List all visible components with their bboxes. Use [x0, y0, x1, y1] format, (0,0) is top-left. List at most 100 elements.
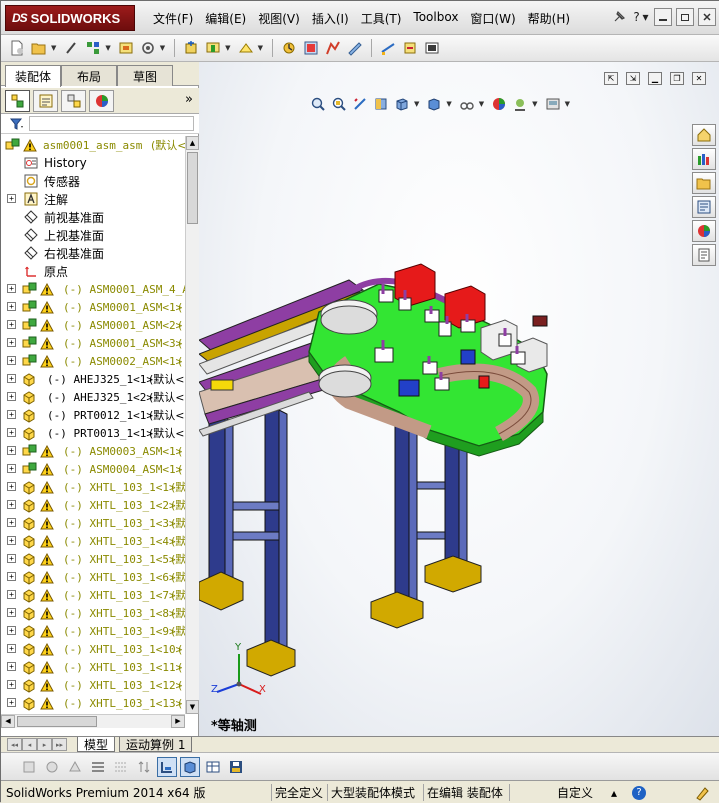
- tree-component-row[interactable]: + (-) ASM0003_ASM<1>(: [1, 442, 185, 460]
- graphics-area[interactable]: ▼ ▼ ▼ ▼ ▼ ⇱ ⇲ ▁ ❐ ✕ Y Z X *等轴测: [199, 62, 719, 736]
- status-help-icon[interactable]: ?: [629, 784, 649, 801]
- expand-toggle-icon[interactable]: +: [7, 194, 16, 203]
- sketch-icon[interactable]: [378, 38, 398, 58]
- table-view-icon[interactable]: [203, 757, 223, 777]
- grid-view-icon[interactable]: [111, 757, 131, 777]
- expand-toggle-icon[interactable]: +: [7, 356, 16, 365]
- menu-file[interactable]: 文件(F): [147, 7, 199, 29]
- tree-component-row[interactable]: + (-) ASM0002_ASM<1>(: [1, 352, 185, 370]
- features-dropdown-icon[interactable]: ▼: [225, 44, 230, 52]
- tree-root-assembly[interactable]: asm0001_asm_asm (默认<: [1, 136, 185, 154]
- hide-components-icon[interactable]: [42, 757, 62, 777]
- tree-component-row[interactable]: + (-) XHTL_103_1<6> (默: [1, 568, 185, 586]
- exploded-line-icon[interactable]: [400, 38, 420, 58]
- expand-toggle-icon[interactable]: +: [7, 626, 16, 635]
- scroll-up-arrow-icon[interactable]: ▲: [186, 136, 199, 150]
- insert-component-icon[interactable]: [116, 38, 136, 58]
- tab-assembly[interactable]: 装配体: [5, 65, 61, 87]
- expand-toggle-icon[interactable]: +: [7, 446, 16, 455]
- expand-toggle-icon[interactable]: +: [7, 662, 16, 671]
- expand-toggle-icon[interactable]: +: [7, 500, 16, 509]
- tree-filter-input[interactable]: [29, 116, 194, 131]
- featuremanager-tree-icon[interactable]: [5, 89, 30, 112]
- scroll-left-arrow-icon[interactable]: ◀: [1, 715, 15, 728]
- status-large-assembly-mode[interactable]: 大型装配体模式: [327, 784, 418, 801]
- mate-icon[interactable]: [83, 38, 103, 58]
- tree-component-row[interactable]: + (-) XHTL_103_1<7> (默: [1, 586, 185, 604]
- tab-sketch[interactable]: 草图: [117, 65, 173, 86]
- tab-motion-study[interactable]: 运动算例 1: [119, 737, 193, 752]
- tree-node[interactable]: 右视基准面: [1, 244, 185, 262]
- expand-toggle-icon[interactable]: +: [7, 698, 16, 707]
- minimize-button[interactable]: [654, 8, 672, 26]
- tab-layout[interactable]: 布局: [61, 65, 117, 86]
- tree-component-row[interactable]: + (-) ASM0001_ASM<1>(: [1, 298, 185, 316]
- featuremanager-more-icon[interactable]: »: [185, 92, 193, 107]
- transparency-icon[interactable]: [65, 757, 85, 777]
- expand-toggle-icon[interactable]: +: [7, 482, 16, 491]
- tree-component-row[interactable]: + (-) XHTL_103_1<5> (默: [1, 550, 185, 568]
- tree-component-row[interactable]: + (-) XHTL_103_1<9> (默: [1, 622, 185, 640]
- fastener-dropdown-icon[interactable]: ▼: [160, 44, 165, 52]
- expand-toggle-icon[interactable]: +: [7, 464, 16, 473]
- filter-icon[interactable]: [9, 116, 25, 132]
- tab-model[interactable]: 模型: [77, 737, 116, 752]
- menu-window[interactable]: 窗口(W): [464, 7, 521, 29]
- next-tab-arrow-icon[interactable]: ▸: [37, 738, 52, 751]
- tree-component-row[interactable]: + (-) AHEJ325_1<1> (默认<: [1, 370, 185, 388]
- tree-component-row[interactable]: + (-) XHTL_103_1<13>(: [1, 694, 185, 712]
- expand-toggle-icon[interactable]: +: [7, 554, 16, 563]
- move-component-icon[interactable]: [181, 38, 201, 58]
- expand-toggle-icon[interactable]: +: [7, 680, 16, 689]
- menu-edit[interactable]: 编辑(E): [199, 7, 252, 29]
- close-button[interactable]: [698, 8, 716, 26]
- scroll-down-arrow-icon[interactable]: ▼: [186, 700, 199, 714]
- scroll-right-arrow-icon[interactable]: ▶: [171, 715, 185, 728]
- tree-component-row[interactable]: + (-) PRT0012_1<1> (默认<: [1, 406, 185, 424]
- explode-view-icon[interactable]: [323, 38, 343, 58]
- new-document-icon[interactable]: [7, 38, 27, 58]
- reference-dropdown-icon[interactable]: ▼: [258, 44, 263, 52]
- tree-component-row[interactable]: + (-) PRT0013_1<1> (默认<: [1, 424, 185, 442]
- pencil-edit-icon[interactable]: [691, 784, 713, 801]
- configuration-manager-icon[interactable]: [61, 89, 86, 112]
- first-tab-arrow-icon[interactable]: ◂◂: [7, 738, 22, 751]
- tree-node[interactable]: History: [1, 154, 185, 172]
- rebuild-icon[interactable]: [279, 38, 299, 58]
- bill-of-materials-icon[interactable]: [345, 38, 365, 58]
- tree-node[interactable]: 传感器: [1, 172, 185, 190]
- display-manager-icon[interactable]: [89, 89, 114, 112]
- tree-component-row[interactable]: + (-) XHTL_103_1<1> (默: [1, 478, 185, 496]
- solidworks-logo[interactable]: DS SOLIDWORKS: [5, 5, 135, 31]
- last-tab-arrow-icon[interactable]: ▸▸: [52, 738, 67, 751]
- expand-toggle-icon[interactable]: +: [7, 608, 16, 617]
- snapshot-icon[interactable]: [422, 38, 442, 58]
- tree-component-row[interactable]: + (-) XHTL_103_1<2> (默: [1, 496, 185, 514]
- units-selector[interactable]: 自定义 ▴: [509, 784, 619, 801]
- expand-toggle-icon[interactable]: +: [7, 518, 16, 527]
- edit-component-icon[interactable]: [19, 757, 39, 777]
- pin-tool-icon[interactable]: [61, 38, 81, 58]
- expand-toggle-icon[interactable]: +: [7, 590, 16, 599]
- menu-toolbox[interactable]: Toolbox: [407, 7, 464, 29]
- expand-toggle-icon[interactable]: +: [7, 572, 16, 581]
- tree-node[interactable]: 上视基准面: [1, 226, 185, 244]
- assembly-features-icon[interactable]: [203, 38, 223, 58]
- scroll-thumb[interactable]: [187, 152, 198, 224]
- restore-button[interactable]: [676, 8, 694, 26]
- tree-component-row[interactable]: + (-) AHEJ325_1<2> (默认<: [1, 388, 185, 406]
- property-manager-icon[interactable]: [33, 89, 58, 112]
- hscroll-thumb[interactable]: [17, 716, 97, 727]
- mate-dropdown-icon[interactable]: ▼: [105, 44, 110, 52]
- expand-toggle-icon[interactable]: +: [7, 320, 16, 329]
- tree-component-row[interactable]: + (-) ASM0004_ASM<1>(: [1, 460, 185, 478]
- tree-component-row[interactable]: + (-) XHTL_103_1<11>(: [1, 658, 185, 676]
- menu-view[interactable]: 视图(V): [252, 7, 306, 29]
- expand-toggle-icon[interactable]: +: [7, 644, 16, 653]
- expand-toggle-icon[interactable]: +: [7, 284, 16, 293]
- menu-help[interactable]: 帮助(H): [522, 7, 576, 29]
- tree-component-row[interactable]: + (-) XHTL_103_1<12>(: [1, 676, 185, 694]
- tree-node[interactable]: 前视基准面: [1, 208, 185, 226]
- tree-component-row[interactable]: + (-) ASM0001_ASM<3>(: [1, 334, 185, 352]
- save-view-icon[interactable]: [226, 757, 246, 777]
